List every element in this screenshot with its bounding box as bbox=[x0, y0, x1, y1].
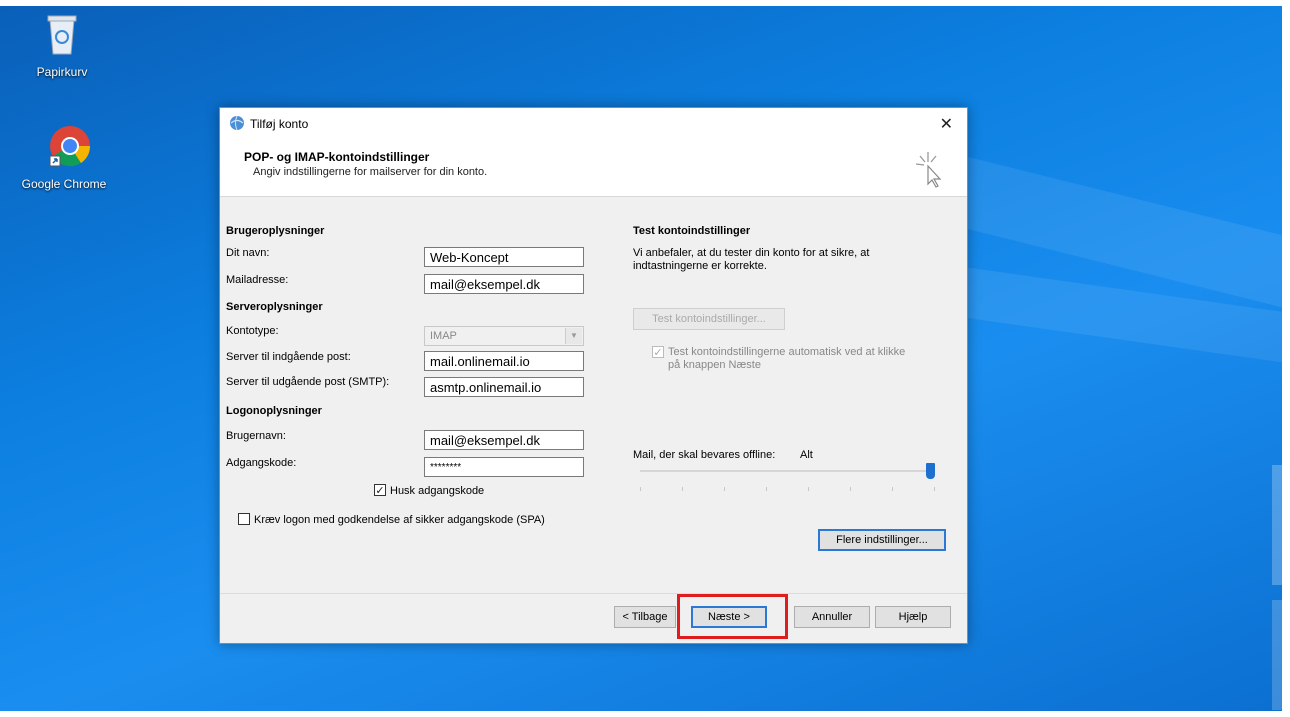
test-settings-heading: Test kontoindstillinger bbox=[633, 225, 751, 237]
screen-border-right bbox=[1282, 0, 1290, 717]
account-type-value: IMAP bbox=[430, 330, 457, 342]
remember-password-label: Husk adgangskode bbox=[390, 485, 485, 497]
footer-separator bbox=[220, 593, 967, 594]
slider-tick bbox=[808, 487, 809, 491]
password-label: Adgangskode: bbox=[226, 457, 297, 469]
more-settings-button[interactable]: Flere indstillinger... bbox=[818, 529, 946, 551]
header-title: POP- og IMAP-kontoindstillinger bbox=[244, 150, 430, 164]
name-field[interactable]: Web-Koncept bbox=[424, 247, 584, 267]
username-field[interactable]: mail@eksempel.dk bbox=[424, 430, 584, 450]
desktop-icon-google-chrome[interactable]: Google Chrome bbox=[22, 124, 115, 191]
desktop-icon-label: Google Chrome bbox=[21, 177, 107, 191]
spa-checkbox[interactable] bbox=[238, 513, 250, 525]
spa-label: Kræv logon med godkendelse af sikker adg… bbox=[254, 514, 545, 526]
back-button[interactable]: < Tilbage bbox=[614, 606, 676, 628]
server-info-heading: Serveroplysninger bbox=[226, 301, 323, 313]
name-label: Dit navn: bbox=[226, 247, 270, 259]
slider-tick bbox=[640, 487, 641, 491]
outgoing-server-label: Server til udgående post (SMTP): bbox=[226, 376, 390, 388]
account-type-select[interactable]: IMAP ▼ bbox=[424, 326, 584, 346]
dialog-titlebar: Tilføj konto ✕ bbox=[220, 108, 967, 138]
incoming-server-field[interactable]: mail.onlinemail.io bbox=[424, 351, 584, 371]
remember-password-checkbox[interactable]: ✓ bbox=[374, 484, 386, 497]
slider-tick bbox=[766, 487, 767, 491]
email-field[interactable]: mail@eksempel.dk bbox=[424, 274, 584, 294]
offline-value: Alt bbox=[800, 449, 813, 461]
slider-track bbox=[640, 470, 935, 472]
auto-test-label: Test kontoindstillingerne automatisk ved… bbox=[668, 346, 906, 371]
auto-test-checkbox[interactable]: ✓ bbox=[652, 346, 664, 359]
slider-tick bbox=[850, 487, 851, 491]
desktop-icon-recycle-bin[interactable]: Papirkurv bbox=[17, 12, 107, 79]
offline-label: Mail, der skal bevares offline: bbox=[633, 449, 776, 461]
slider-tick bbox=[934, 487, 935, 491]
window-pane-edge bbox=[1272, 600, 1282, 710]
globe-mail-icon bbox=[230, 115, 244, 131]
google-chrome-icon bbox=[49, 126, 91, 167]
dialog-content: Brugeroplysninger Dit navn: Web-Koncept … bbox=[220, 197, 967, 593]
slider-thumb[interactable] bbox=[926, 463, 935, 479]
account-type-label: Kontotype: bbox=[226, 325, 279, 337]
test-account-settings-button[interactable]: Test kontoindstillinger... bbox=[633, 308, 785, 330]
window-pane-edge bbox=[1272, 465, 1282, 585]
screen-border-top bbox=[0, 0, 1290, 6]
incoming-server-label: Server til indgående post: bbox=[226, 351, 351, 363]
desktop-icon-label: Papirkurv bbox=[36, 65, 88, 79]
close-icon[interactable]: ✕ bbox=[940, 114, 953, 134]
next-button[interactable]: Næste > bbox=[691, 606, 767, 628]
user-info-heading: Brugeroplysninger bbox=[226, 225, 325, 237]
test-description: Vi anbefaler, at du tester din konto for… bbox=[633, 247, 870, 272]
slider-tick bbox=[682, 487, 683, 491]
outgoing-server-field[interactable]: asmtp.onlinemail.io bbox=[424, 377, 584, 397]
header-subtitle: Angiv indstillingerne for mailserver for… bbox=[253, 166, 488, 178]
logon-info-heading: Logonoplysninger bbox=[226, 405, 322, 417]
offline-slider[interactable] bbox=[640, 463, 935, 493]
add-account-dialog: Tilføj konto ✕ POP- og IMAP-kontoindstil… bbox=[219, 107, 968, 644]
slider-tick bbox=[724, 487, 725, 491]
screen-border-bottom bbox=[0, 711, 1290, 717]
recycle-bin-icon bbox=[47, 15, 77, 55]
dialog-header: POP- og IMAP-kontoindstillinger Angiv in… bbox=[220, 138, 967, 197]
slider-tick bbox=[892, 487, 893, 491]
cursor-sparkle-icon bbox=[915, 152, 942, 188]
cancel-button[interactable]: Annuller bbox=[794, 606, 870, 628]
help-button[interactable]: Hjælp bbox=[875, 606, 951, 628]
dialog-title: Tilføj konto bbox=[250, 117, 309, 131]
username-label: Brugernavn: bbox=[226, 430, 286, 442]
email-label: Mailadresse: bbox=[226, 274, 289, 286]
password-field[interactable]: ******** bbox=[424, 457, 584, 477]
chevron-down-icon: ▼ bbox=[565, 328, 582, 344]
